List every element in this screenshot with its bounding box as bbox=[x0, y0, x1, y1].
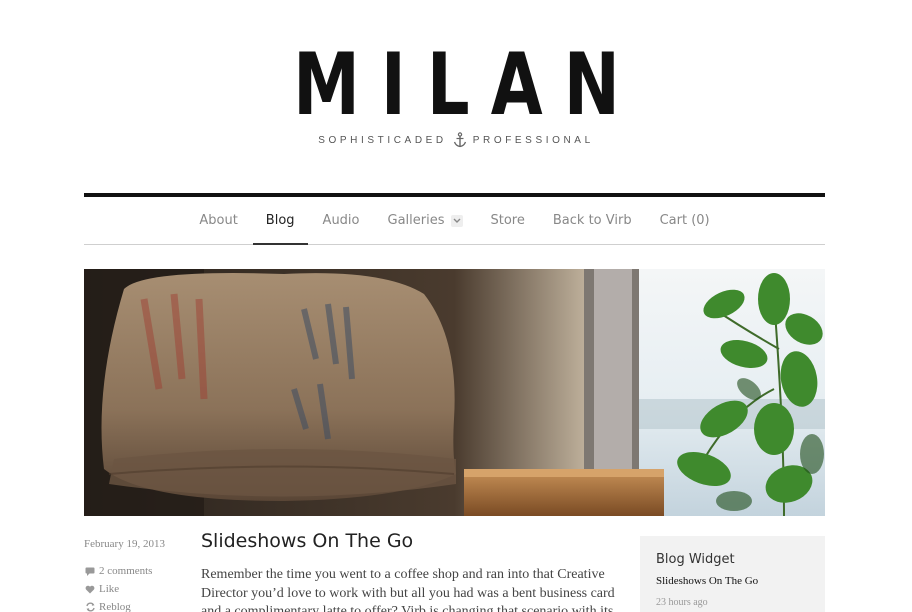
comments-link[interactable]: 2 comments bbox=[84, 562, 194, 580]
post-excerpt: Remember the time you went to a coffee s… bbox=[201, 567, 615, 612]
nav-back-to-virb[interactable]: Back to Virb bbox=[540, 197, 645, 244]
heart-icon bbox=[84, 583, 96, 595]
reblog-icon bbox=[84, 601, 96, 612]
post-meta: February 19, 2013 2 comments Like Reblog bbox=[84, 538, 194, 612]
site-logo[interactable]: MILAN bbox=[272, 40, 641, 130]
blog-post: Slideshows On The Go Remember the time y… bbox=[201, 530, 621, 612]
reblog-label: Reblog bbox=[99, 601, 131, 612]
nav-audio[interactable]: Audio bbox=[310, 197, 373, 244]
hero-image bbox=[84, 269, 825, 516]
widget-post-link[interactable]: Slideshows On The Go bbox=[656, 575, 809, 587]
reblog-link[interactable]: Reblog bbox=[84, 598, 194, 612]
nav-galleries[interactable]: Galleries bbox=[375, 197, 476, 244]
tagline-right: PROFESSIONAL bbox=[472, 134, 594, 146]
widget-title: Blog Widget bbox=[656, 552, 735, 567]
chevron-down-icon[interactable] bbox=[450, 214, 463, 227]
like-link[interactable]: Like bbox=[84, 580, 194, 598]
nav-cart[interactable]: Cart (0) bbox=[647, 197, 723, 244]
post-date[interactable]: February 19, 2013 bbox=[84, 538, 194, 550]
post-title[interactable]: Slideshows On The Go bbox=[201, 530, 621, 552]
blog-widget: Blog Widget Slideshows On The Go 23 hour… bbox=[640, 536, 825, 612]
main-nav: About Blog Audio Galleries Store Back to… bbox=[84, 197, 825, 245]
comments-label: 2 comments bbox=[99, 565, 153, 577]
comment-icon bbox=[84, 565, 96, 577]
widget-post-time: 23 hours ago bbox=[656, 597, 708, 608]
tagline-left: SOPHISTICADED bbox=[318, 134, 447, 146]
nav-about[interactable]: About bbox=[186, 197, 250, 244]
like-label: Like bbox=[99, 583, 120, 595]
logo-block: MILAN SOPHISTICADED PROFESSIONAL bbox=[0, 40, 912, 148]
nav-galleries-label: Galleries bbox=[387, 213, 445, 228]
nav-store[interactable]: Store bbox=[478, 197, 538, 244]
nav-blog[interactable]: Blog bbox=[252, 197, 308, 245]
